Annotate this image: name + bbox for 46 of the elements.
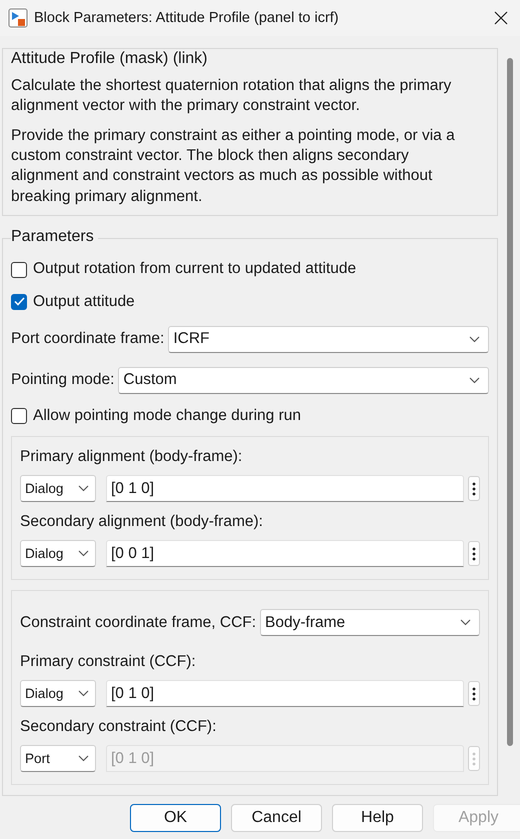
- chevron-down-icon: [78, 550, 89, 558]
- checkmark-icon: [14, 297, 24, 306]
- more-icon: [472, 482, 476, 496]
- checkbox[interactable]: [11, 408, 27, 424]
- block-icon: [8, 8, 28, 28]
- chevron-down-icon: [78, 690, 89, 698]
- more-icon: [472, 546, 476, 561]
- checkbox[interactable]: [11, 294, 27, 310]
- dropdown[interactable]: ICRF: [168, 326, 489, 353]
- description-text: Provide the primary constraint as either a pointing mode, or via a custom constraint vector. The block then aligns secondary alignment and constraint vectors as much as possible without breaking primary alignment.: [10, 126, 456, 206]
- chevron-down-icon: [78, 755, 89, 762]
- field-label: Primary alignment (body-frame):: [20, 446, 244, 467]
- checkbox-label: Output rotation from current to updated attitude: [33, 259, 356, 280]
- input-field[interactable]: [0 1 0]: [106, 475, 464, 502]
- dialog-button[interactable]: OK: [130, 804, 221, 832]
- options-button[interactable]: [468, 541, 480, 566]
- close-icon: [494, 11, 508, 25]
- scrollbar-thumb[interactable]: [507, 58, 513, 746]
- field-label: Secondary alignment (body-frame):: [20, 512, 264, 532]
- checkbox[interactable]: [11, 262, 27, 278]
- chevron-down-icon: [78, 485, 89, 492]
- dropdown[interactable]: Dialog: [20, 540, 96, 568]
- window-title: Block Parameters: Attitude Profile (panel to icrf): [34, 8, 340, 28]
- field-label: Pointing mode:: [11, 370, 114, 390]
- more-icon: [472, 686, 476, 701]
- field-label: Secondary constraint (CCF):: [20, 717, 218, 738]
- dropdown[interactable]: Dialog: [20, 475, 96, 502]
- description-text: Calculate the shortest quaternion rotation that aligns the primary alignment vector with the primary constraint vector.: [10, 76, 452, 116]
- input-field[interactable]: [0 0 1]: [106, 540, 464, 568]
- field-label: Constraint coordinate frame, CCF:: [20, 612, 256, 633]
- dropdown[interactable]: Dialog: [20, 680, 96, 708]
- options-button[interactable]: [468, 476, 480, 501]
- checkbox-label: Allow pointing mode change during run: [33, 406, 301, 426]
- field-label: Primary constraint (CCF):: [20, 652, 197, 672]
- dialog-button[interactable]: Cancel: [231, 804, 322, 832]
- input-field[interactable]: [0 1 0]: [106, 680, 464, 708]
- checkbox-label: Output attitude: [33, 292, 135, 312]
- options-button[interactable]: [468, 681, 480, 706]
- dropdown[interactable]: Body-frame: [260, 609, 480, 636]
- chevron-down-icon: [469, 376, 480, 384]
- dialog-button[interactable]: Help: [332, 804, 423, 832]
- field-label: Port coordinate frame:: [11, 329, 164, 350]
- chevron-down-icon: [469, 336, 480, 343]
- more-icon: [472, 752, 476, 766]
- dropdown[interactable]: Custom: [118, 366, 489, 394]
- chevron-down-icon: [460, 619, 471, 626]
